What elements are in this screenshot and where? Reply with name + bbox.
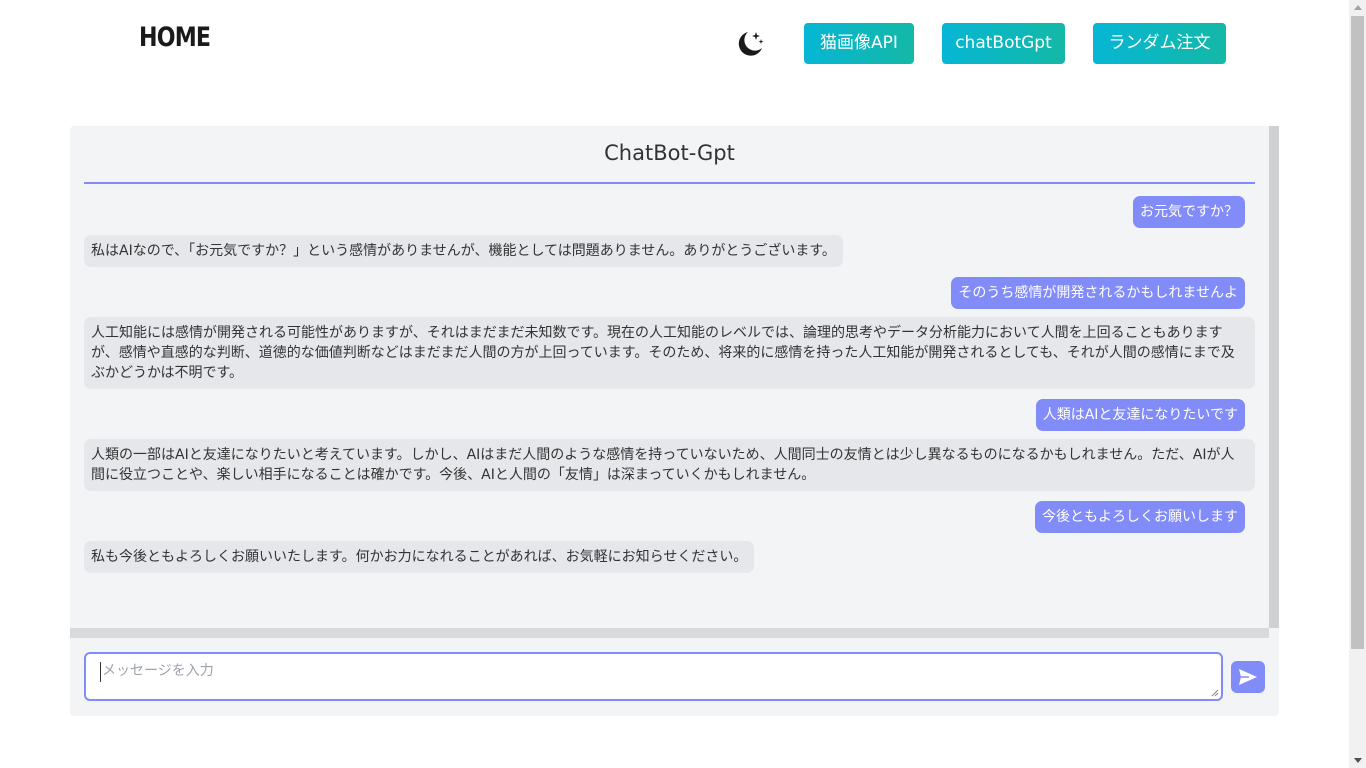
nav-chatbotgpt-button[interactable]: chatBotGpt: [942, 23, 1065, 64]
chat-scrollbar-thumb[interactable]: [1269, 126, 1279, 628]
chat-horizontal-scrollbar[interactable]: [70, 628, 1269, 638]
resize-handle-icon[interactable]: [1211, 689, 1219, 697]
nav-cat-image-api-button[interactable]: 猫画像API: [804, 23, 914, 64]
home-link[interactable]: HOME: [139, 22, 211, 53]
user-message: そのうち感情が開発されるかもしれませんよ: [951, 277, 1245, 309]
chat-title: ChatBot-Gpt: [84, 126, 1255, 184]
user-message: お元気ですか？: [1133, 196, 1245, 228]
page-scrollbar[interactable]: [1349, 0, 1366, 768]
bot-message: 人工知能には感情が開発される可能性がありますが、それはまだまだ未知数です。現在の…: [84, 317, 1255, 389]
page-scrollbar-thumb[interactable]: [1351, 16, 1364, 649]
text-caret: [100, 662, 101, 682]
nav-random-order-button[interactable]: ランダム注文: [1093, 23, 1226, 64]
send-icon: [1239, 669, 1257, 685]
chat-messages[interactable]: ChatBot-Gpt お元気ですか？ 私はAIなので、「お元気ですか？」という…: [70, 126, 1269, 628]
moon-stars-icon[interactable]: [734, 28, 766, 60]
scroll-down-arrow-icon[interactable]: [1354, 758, 1362, 763]
scroll-up-arrow-icon[interactable]: [1354, 5, 1362, 10]
message-input[interactable]: メッセージを入力: [84, 652, 1223, 701]
bot-message: 人類の一部はAIと友達になりたいと考えています。しかし、AIはまだ人間のような感…: [84, 439, 1255, 491]
chat-panel: ChatBot-Gpt お元気ですか？ 私はAIなので、「お元気ですか？」という…: [70, 126, 1279, 716]
user-message: 人類はAIと友達になりたいです: [1035, 399, 1245, 431]
bot-message: 私はAIなので、「お元気ですか？」という感情がありませんが、機能としては問題あり…: [84, 235, 843, 267]
user-message: 今後ともよろしくお願いします: [1035, 501, 1245, 533]
send-button[interactable]: [1231, 661, 1265, 693]
bot-message: 私も今後ともよろしくお願いいたします。何かお力になれることがあれば、お気軽にお知…: [84, 541, 755, 573]
message-input-placeholder: メッセージを入力: [102, 663, 214, 679]
